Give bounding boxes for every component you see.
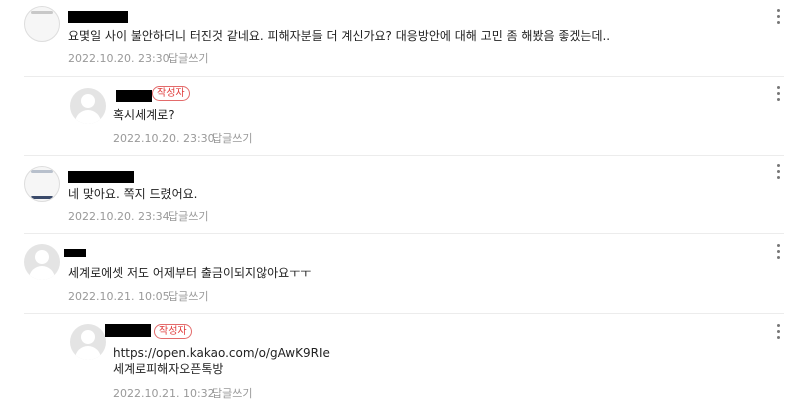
default-profile-icon[interactable]	[70, 88, 106, 124]
comment-text: 세계로피해자오픈톡방	[113, 362, 224, 376]
more-vertical-icon[interactable]	[776, 244, 780, 260]
reply-button[interactable]: 답글쓰기	[212, 132, 252, 146]
comment-date: 2022.10.21. 10:05	[68, 290, 170, 303]
author-badge: 작성자	[154, 324, 192, 339]
comment-divider	[24, 233, 784, 234]
comment-date: 2022.10.20. 23:30	[113, 132, 215, 145]
default-profile-icon[interactable]	[70, 324, 106, 360]
comment-divider	[24, 76, 784, 77]
comment-divider	[24, 313, 784, 314]
reply-button[interactable]: 답글쓰기	[212, 387, 252, 401]
more-vertical-icon[interactable]	[776, 9, 780, 25]
reply-button[interactable]: 답글쓰기	[168, 210, 208, 224]
redacted-nickname	[105, 324, 151, 337]
profile-avatar[interactable]	[24, 6, 60, 42]
more-vertical-icon[interactable]	[776, 164, 780, 180]
comment-date: 2022.10.21. 10:32	[113, 387, 215, 400]
redacted-nickname	[68, 171, 134, 183]
more-vertical-icon[interactable]	[776, 86, 780, 102]
comment-text: 세계로에셋 저도 어제부터 출금이되지않아요ㅜㅜ	[68, 266, 312, 280]
comment-date: 2022.10.20. 23:34	[68, 210, 170, 223]
comment-divider	[24, 155, 784, 156]
more-vertical-icon[interactable]	[776, 324, 780, 340]
reply-button[interactable]: 답글쓰기	[168, 290, 208, 304]
default-profile-icon[interactable]	[24, 244, 60, 280]
redacted-nickname	[116, 90, 152, 102]
reply-button[interactable]: 답글쓰기	[168, 52, 208, 66]
comment-text: 혹시세계로?	[113, 108, 175, 122]
author-badge: 작성자	[152, 86, 190, 101]
comment-text: 요몇일 사이 불안하더니 터진것 같네요. 피해자분들 더 계신가요? 대응방안…	[68, 29, 611, 43]
comment-text: 네 맞아요. 쪽지 드렸어요.	[68, 187, 198, 201]
redacted-nickname	[64, 249, 86, 257]
profile-avatar[interactable]	[24, 166, 60, 202]
comment-date: 2022.10.20. 23:30	[68, 52, 170, 65]
redacted-nickname	[68, 11, 128, 23]
